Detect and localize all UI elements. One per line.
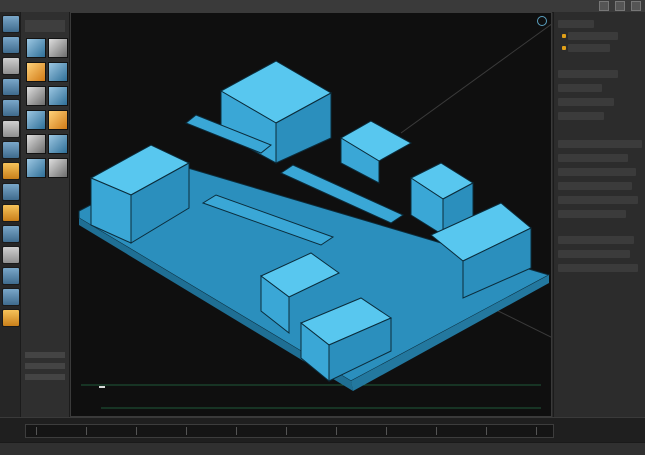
panel-row[interactable] xyxy=(558,98,614,106)
wedge-icon[interactable] xyxy=(26,110,46,130)
palette-slider[interactable] xyxy=(25,363,65,369)
close-button[interactable] xyxy=(631,1,641,11)
panel-row[interactable] xyxy=(558,196,638,204)
3d-viewport[interactable] xyxy=(70,12,552,417)
timeline[interactable] xyxy=(0,417,645,443)
panel-row[interactable] xyxy=(558,84,602,92)
palette-thumbnails xyxy=(21,38,69,178)
stairs-icon[interactable] xyxy=(48,134,68,154)
minimize-button[interactable] xyxy=(599,1,609,11)
boolean-tool-icon[interactable] xyxy=(2,267,20,285)
panel-row[interactable] xyxy=(558,250,630,258)
guide-line xyxy=(400,23,551,134)
maximize-button[interactable] xyxy=(615,1,625,11)
plane-icon[interactable] xyxy=(48,62,68,82)
timeline-track[interactable] xyxy=(25,424,554,438)
panel-row[interactable] xyxy=(558,154,628,162)
panel-row[interactable] xyxy=(558,264,638,272)
torus-icon[interactable] xyxy=(48,86,68,106)
cut-tool-icon[interactable] xyxy=(2,120,20,138)
status-bar xyxy=(0,442,645,455)
panel-row[interactable] xyxy=(558,182,632,190)
palette-lower-controls xyxy=(25,347,65,407)
tool-palette xyxy=(21,12,70,442)
panel-row[interactable] xyxy=(558,70,618,78)
panel-row[interactable] xyxy=(568,44,610,52)
scale-tool-icon[interactable] xyxy=(2,78,20,96)
camera-tool-icon[interactable] xyxy=(2,225,20,243)
panel-row[interactable] xyxy=(558,112,604,120)
group-icon[interactable] xyxy=(48,158,68,178)
panel-row[interactable] xyxy=(558,210,626,218)
left-toolbar xyxy=(0,12,21,442)
panel-section-header[interactable] xyxy=(558,140,642,148)
viewport-settings-icon[interactable] xyxy=(537,16,547,26)
measure-tool-icon[interactable] xyxy=(2,183,20,201)
light-icon[interactable] xyxy=(48,110,68,130)
panel-row[interactable] xyxy=(558,168,636,176)
status-dot-icon xyxy=(562,34,566,38)
pipe-icon[interactable] xyxy=(26,134,46,154)
extrude-tool-icon[interactable] xyxy=(2,99,20,117)
palette-slider[interactable] xyxy=(25,374,65,380)
palette-slider[interactable] xyxy=(25,352,65,358)
cube-icon[interactable] xyxy=(26,38,46,58)
panel-row[interactable] xyxy=(558,236,634,244)
light-tool-icon[interactable] xyxy=(2,204,20,222)
snap-tool-icon[interactable] xyxy=(2,288,20,306)
cone-icon[interactable] xyxy=(26,86,46,106)
move-tool-icon[interactable] xyxy=(2,36,20,54)
window-controls xyxy=(599,1,641,11)
properties-panel xyxy=(553,12,645,442)
mesh-tool-icon[interactable] xyxy=(2,246,20,264)
palette-header xyxy=(25,20,65,32)
render-tool-icon[interactable] xyxy=(2,309,20,327)
viewport-label xyxy=(99,386,105,388)
model-canvas xyxy=(78,23,551,409)
draw-tool-icon[interactable] xyxy=(2,141,20,159)
panel-row[interactable] xyxy=(568,32,618,40)
select-tool-icon[interactable] xyxy=(2,15,20,33)
cylinder-icon[interactable] xyxy=(26,62,46,82)
box-icon[interactable] xyxy=(26,158,46,178)
rotate-tool-icon[interactable] xyxy=(2,57,20,75)
status-dot-icon xyxy=(562,46,566,50)
panel-row[interactable] xyxy=(558,20,594,28)
paint-tool-icon[interactable] xyxy=(2,162,20,180)
sphere-icon[interactable] xyxy=(48,38,68,58)
app-window xyxy=(0,0,645,455)
